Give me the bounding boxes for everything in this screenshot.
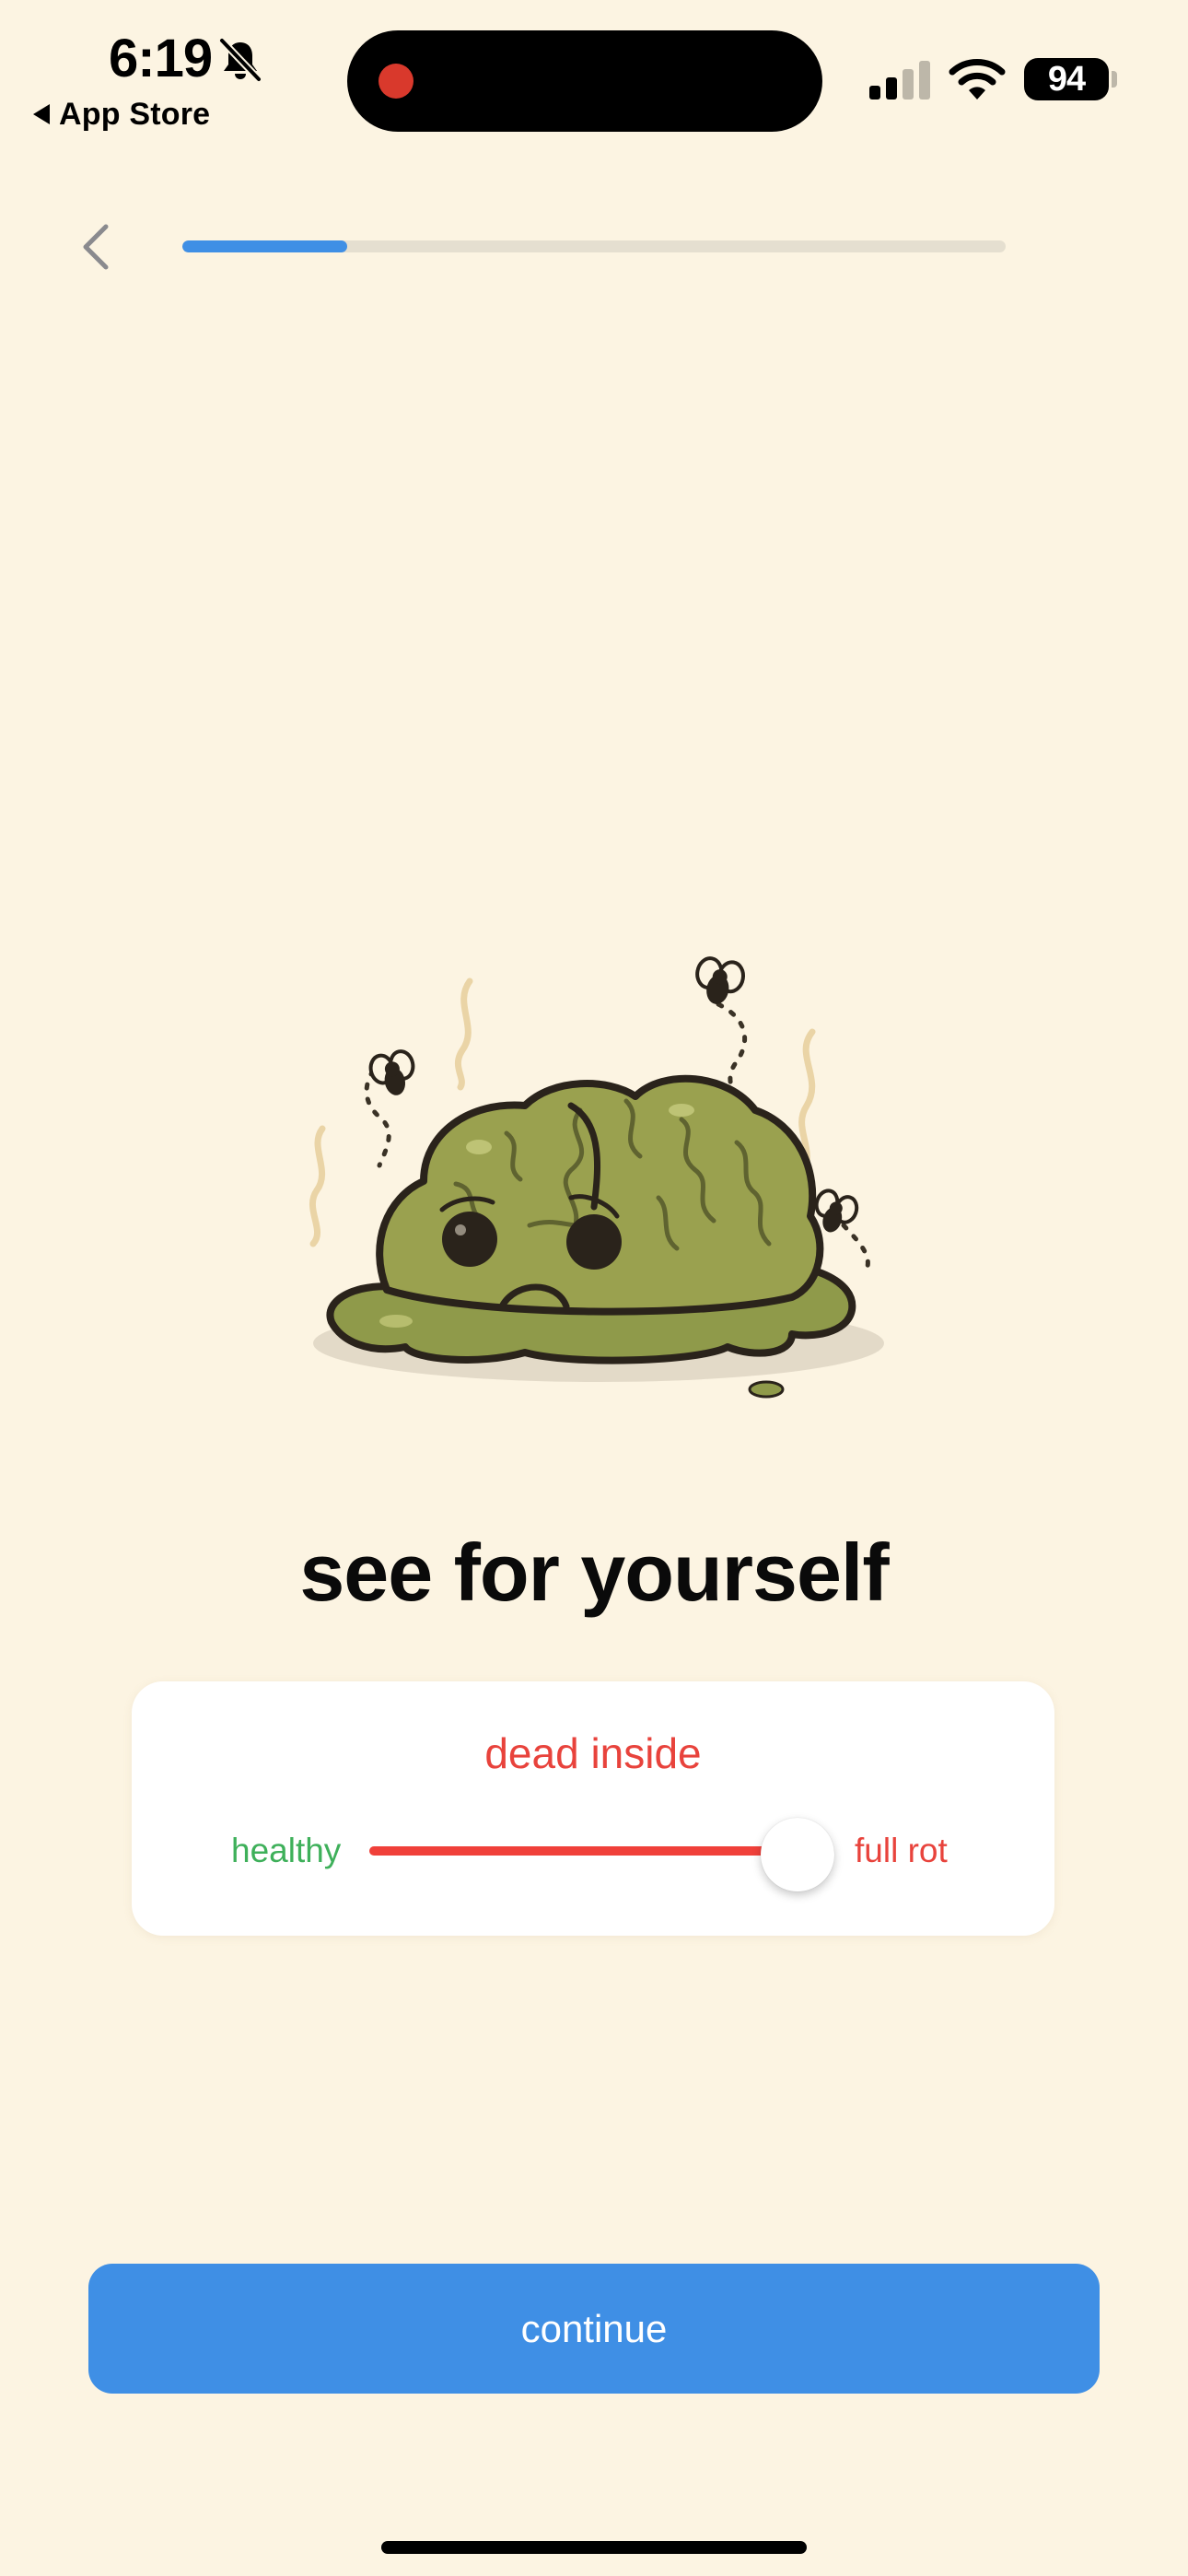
back-to-app-label: App Store [59, 96, 211, 132]
back-to-app-store[interactable]: App Store [33, 94, 210, 135]
rot-slider-card: dead inside healthy full rot [132, 1681, 1054, 1936]
battery-cap [1112, 71, 1117, 88]
slider-status-label: dead inside [484, 1729, 702, 1777]
back-triangle-icon [33, 104, 50, 124]
wifi-icon [949, 59, 1006, 100]
continue-button[interactable]: continue [88, 2264, 1100, 2394]
slider-max-label: full rot [855, 1832, 948, 1869]
battery-level: 94 [1047, 59, 1086, 99]
dynamic-island [347, 30, 822, 132]
page-title: see for yourself [299, 1527, 889, 1618]
slider-fill [369, 1846, 798, 1856]
home-indicator [381, 2541, 807, 2554]
recording-indicator-icon [379, 64, 413, 99]
progress-bar [182, 240, 1006, 252]
rotting-brain-illustration [309, 956, 884, 1399]
status-time: 6:19 [109, 29, 213, 88]
back-button[interactable] [70, 217, 122, 276]
battery-icon: 94 [1024, 58, 1109, 100]
slider-thumb[interactable] [760, 1818, 834, 1891]
rot-slider[interactable] [369, 1818, 834, 1891]
bell-slash-icon [219, 38, 262, 82]
slider-min-label: healthy [231, 1832, 342, 1869]
progress-fill [182, 240, 347, 252]
signal-icon [869, 61, 930, 100]
chevron-left-icon [83, 224, 109, 270]
